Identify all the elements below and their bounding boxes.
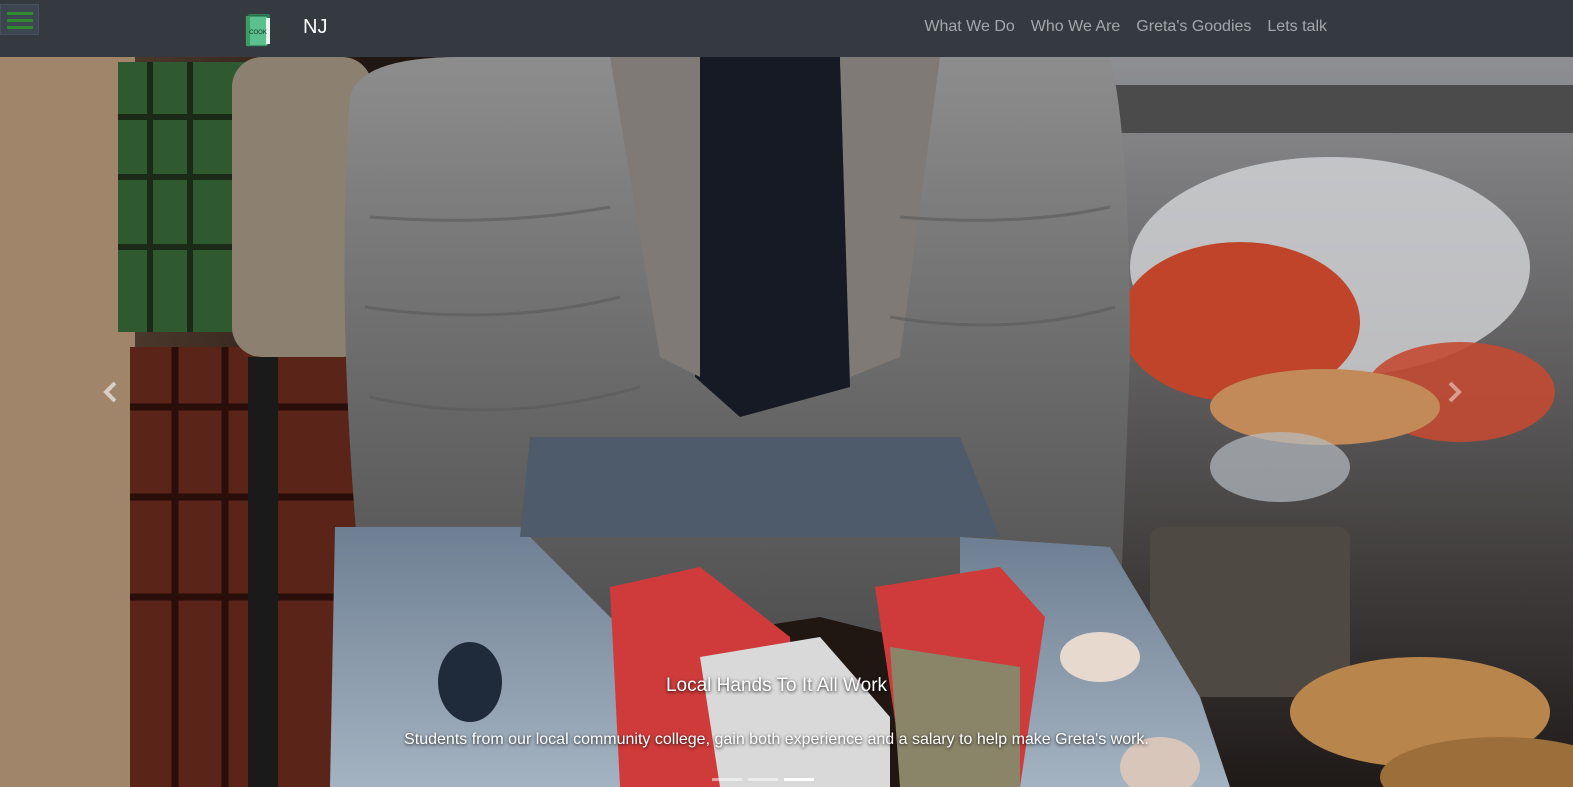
nav-link-lets-talk[interactable]: Lets talk (1267, 17, 1327, 37)
hero-carousel: Local Hands To It All Work Students from… (0, 57, 1573, 787)
hamburger-bar (7, 12, 33, 15)
logo-text: COOK (249, 30, 267, 36)
carousel-indicators (712, 778, 814, 781)
chevron-left-icon[interactable] (96, 377, 126, 407)
hamburger-bar (7, 26, 33, 29)
indicator-3[interactable] (784, 778, 814, 781)
indicator-1[interactable] (712, 778, 742, 781)
hamburger-menu-button[interactable] (0, 4, 39, 35)
caption-title: Local Hands To It All Work (665, 675, 888, 696)
hamburger-bar (7, 19, 33, 22)
nav-link-gretas-goodies[interactable]: Greta's Goodies (1136, 17, 1251, 37)
indicator-2[interactable] (748, 778, 778, 781)
cook-book-icon[interactable]: COOK (244, 11, 274, 47)
caption-text: Students from our local community colleg… (404, 731, 1149, 748)
navbar: COOK NJ What We Do Who We Are Greta's Go… (0, 0, 1573, 57)
nav-link-what-we-do[interactable]: What We Do (924, 17, 1014, 37)
brand-link[interactable]: NJ (303, 14, 327, 40)
nav-link-who-we-are[interactable]: Who We Are (1031, 17, 1121, 37)
chevron-right-icon[interactable] (1439, 377, 1469, 407)
nav-links: What We Do Who We Are Greta's Goodies Le… (924, 17, 1327, 37)
